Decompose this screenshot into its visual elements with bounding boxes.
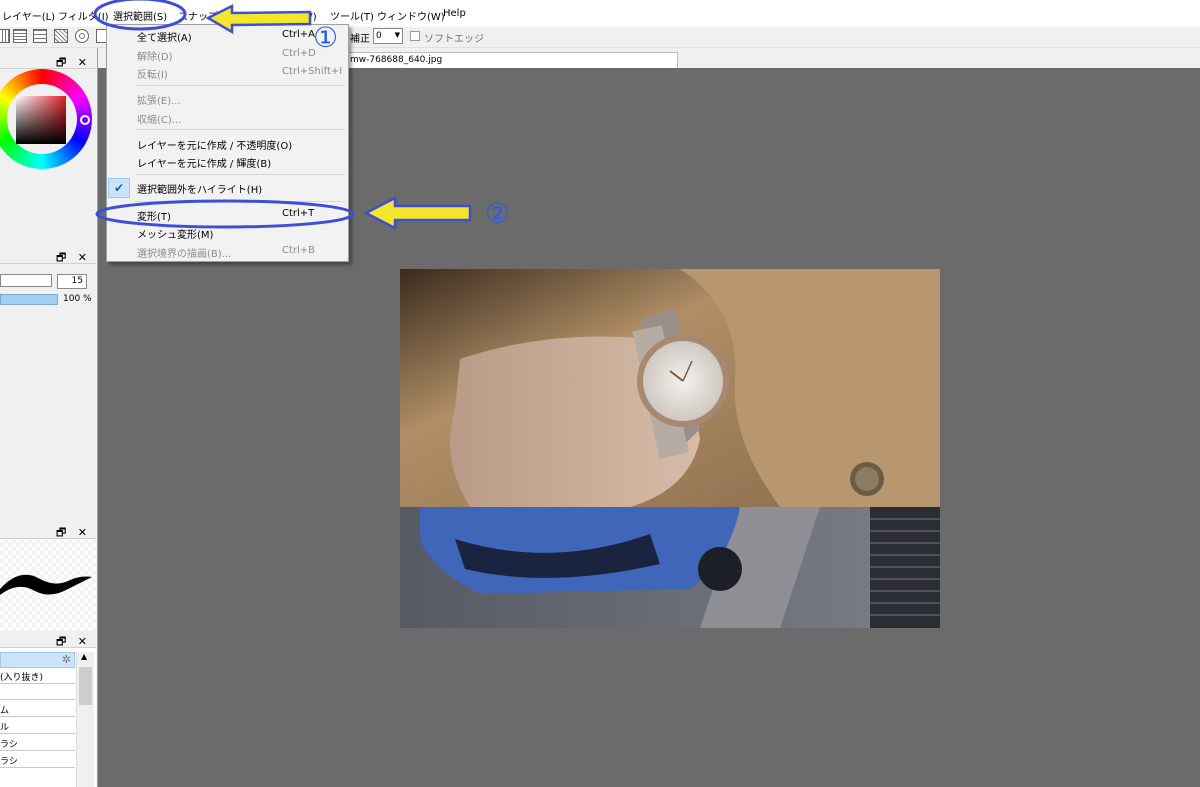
annotation-marker-2: ② <box>485 197 511 230</box>
annotation-marker-1: ① <box>313 21 339 54</box>
annotation-overlay <box>93 0 472 231</box>
arrow-2-icon <box>363 195 472 231</box>
highlight-ellipse-transform <box>95 199 355 229</box>
arrow-1-icon <box>205 3 312 35</box>
highlight-ellipse-menu <box>93 0 187 31</box>
